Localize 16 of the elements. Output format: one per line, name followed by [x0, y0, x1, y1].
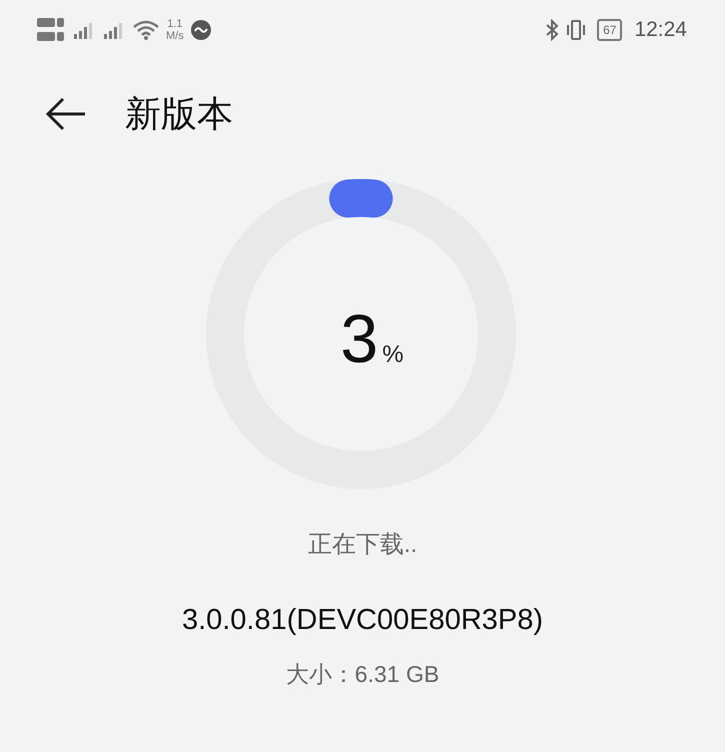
battery-level: 67 [603, 23, 616, 37]
network-speed: 1.1 [167, 18, 183, 30]
clock-time: 12:24 [634, 18, 687, 42]
progress-percent: 3 [340, 300, 378, 378]
back-icon[interactable] [45, 97, 87, 131]
version-number: 3.0.0.81(DEVC00E80R3P8) [182, 604, 544, 637]
page-title: 新版本 [125, 92, 233, 136]
bluetooth-icon [545, 19, 560, 41]
percent-sign: % [382, 341, 404, 369]
progress-arc [329, 179, 393, 218]
speed-unit: M/s [166, 30, 184, 42]
data-saver-icon [190, 19, 212, 41]
wifi-icon [132, 19, 160, 41]
download-status: 正在下载.. [308, 530, 418, 560]
vibrate-icon [565, 19, 588, 41]
download-size: 大小：6.31 GB [286, 660, 440, 689]
